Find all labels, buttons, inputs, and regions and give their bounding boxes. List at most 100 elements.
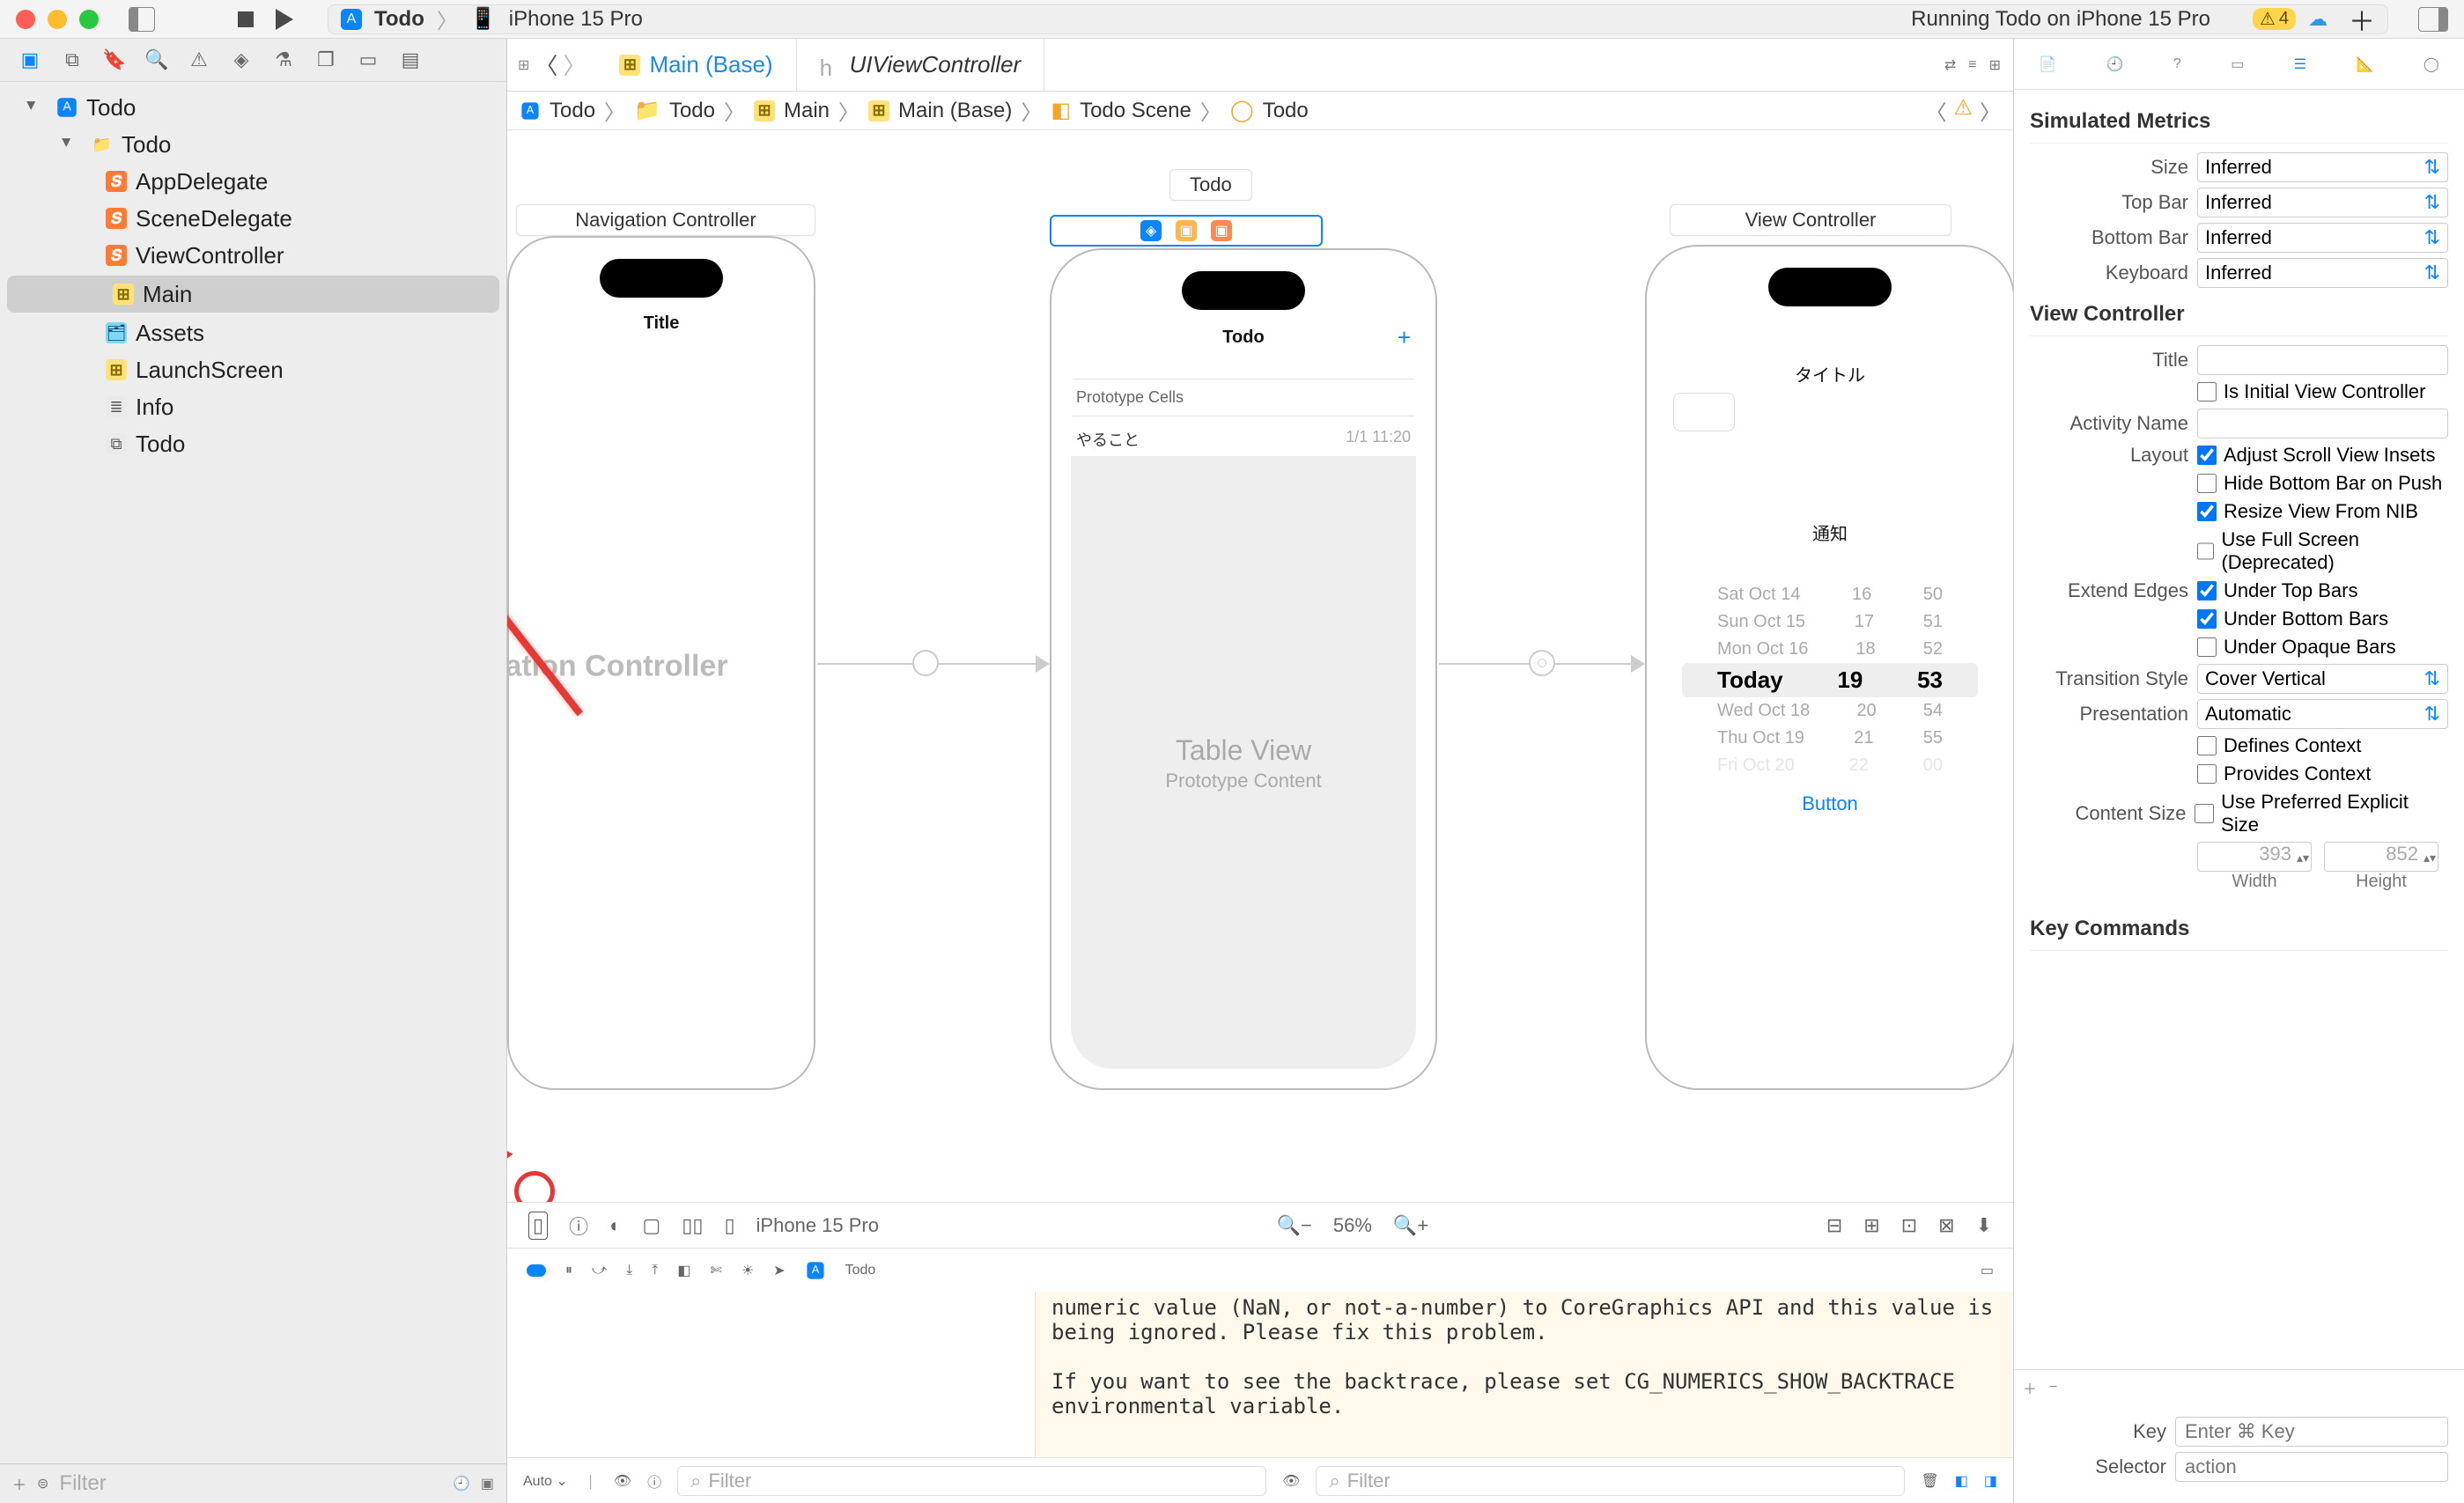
phone-detail[interactable]: タイトル 通知 Sat Oct 141650 Sun Oct 151751 Mo… (1645, 245, 2013, 1090)
related-items-icon[interactable]: ⊞ (518, 56, 529, 74)
variables-filter[interactable]: ⌕ Filter (677, 1466, 1266, 1496)
bottombar-popup[interactable]: Inferred⇅ (2197, 223, 2448, 253)
pin-icon[interactable]: ⊞ (1863, 1214, 1879, 1237)
debug-icon[interactable]: ❐ (314, 48, 338, 72)
warning-badge[interactable]: ⚠ 4 (2253, 8, 2296, 30)
info-icon[interactable]: ⓘ (647, 1470, 661, 1492)
close-window[interactable] (16, 10, 35, 29)
zoom-in-icon[interactable]: 🔍+ (1393, 1214, 1428, 1237)
bookmark-icon[interactable]: 🔖 (102, 48, 127, 72)
storyboard-ref-icon[interactable]: ▣ (1211, 220, 1232, 241)
hide-bottom-check[interactable]: Hide Bottom Bar on Push (2197, 472, 2448, 495)
env-override-icon[interactable]: ☀ (741, 1262, 754, 1279)
add-keycmd-icon[interactable]: ＋ (2023, 1377, 2037, 1398)
under-top-check[interactable]: Under Top Bars (2197, 579, 2357, 602)
file-appdelegate[interactable]: 𝑺AppDelegate (0, 163, 506, 200)
adjust-editor-icon[interactable]: ≡ (1968, 57, 1976, 73)
first-responder-icon[interactable]: ◈ (1140, 220, 1162, 241)
swap-icon[interactable]: ⇄ (1944, 56, 1956, 74)
adjust-scroll-check[interactable]: Adjust Scroll View Insets (2197, 444, 2435, 467)
group-folder[interactable]: 📁Todo (0, 126, 506, 163)
scene-label-todo[interactable]: Todo (1169, 169, 1252, 201)
segue-root-icon[interactable] (912, 650, 939, 676)
breakpoint-icon[interactable]: ▭ (356, 48, 380, 72)
variables-view[interactable] (507, 1292, 1036, 1457)
console-filter[interactable]: ⌕ Filter (1316, 1466, 1905, 1496)
align-icon[interactable]: ⊟ (1826, 1214, 1842, 1237)
console-output[interactable]: numeric value (NaN, or not-a-number) to … (1036, 1292, 2013, 1457)
zoom-level[interactable]: 56% (1333, 1214, 1372, 1237)
detail-button[interactable]: Button (1647, 792, 2013, 815)
tab-uiviewcontroller[interactable]: hUIViewController (797, 39, 1045, 91)
hide-debug-icon[interactable]: ▭ (1981, 1262, 1994, 1279)
key-field[interactable] (2175, 1417, 2448, 1447)
next-issue-icon[interactable]: 〉 (1980, 95, 2001, 126)
process-name[interactable]: Todo (845, 1263, 876, 1278)
report-icon[interactable]: ▤ (398, 48, 423, 72)
document-outline-toggle[interactable]: ▯ (528, 1212, 548, 1240)
split-right-icon[interactable]: ◨ (1984, 1472, 1997, 1490)
zoom-out-icon[interactable]: 🔍− (1277, 1214, 1312, 1237)
remove-keycmd-icon[interactable]: − (2049, 1380, 2057, 1396)
add-file-icon[interactable]: ＋ (12, 1473, 26, 1494)
file-inspector-icon[interactable]: 📄 (2039, 55, 2056, 73)
auto-menu[interactable]: Auto ⌄ (523, 1472, 568, 1490)
embed-icon[interactable]: ⊠ (1938, 1214, 1954, 1237)
segue-show-icon[interactable] (1529, 650, 1555, 676)
file-todo-data[interactable]: ⧉Todo (0, 425, 506, 462)
canvas-device[interactable]: iPhone 15 Pro (756, 1214, 879, 1237)
tab-main[interactable]: ⊞Main (Base) (596, 39, 796, 91)
issues-icon[interactable]: ⚠ (187, 48, 211, 72)
fullscreen-check[interactable]: Use Full Screen (Deprecated) (2197, 528, 2448, 574)
defines-context-check[interactable]: Defines Context (2197, 734, 2448, 757)
stop-button[interactable] (232, 8, 259, 31)
resize-nib-check[interactable]: Resize View From NIB (2197, 500, 2448, 523)
right-panel-toggle-icon[interactable] (2418, 7, 2448, 32)
file-info[interactable]: ≣Info (0, 388, 506, 425)
scm-square-icon[interactable]: ▣ (481, 1475, 494, 1492)
zoom-window[interactable] (79, 10, 99, 29)
project-root[interactable]: ATodo (0, 89, 506, 126)
attributes-inspector-icon[interactable]: ☰ (2294, 55, 2306, 73)
file-launchscreen[interactable]: ⊞LaunchScreen (0, 351, 506, 388)
storyboard-canvas[interactable]: Navigation Controller Title avigation Co… (507, 130, 2013, 1202)
left-panel-toggle-icon[interactable] (129, 8, 155, 31)
library-download-icon[interactable]: ⬇ (1976, 1214, 1992, 1237)
prev-issue-icon[interactable]: 〈 (1925, 95, 1946, 126)
pause-icon[interactable]: ⏸ (565, 1263, 572, 1278)
cloud-icon[interactable]: ☁ (2308, 8, 2328, 31)
tag-icon[interactable]: ◈ (229, 48, 254, 72)
breakpoints-toggle[interactable] (527, 1264, 546, 1277)
connections-inspector-icon[interactable]: ◯ (2423, 55, 2439, 73)
textfield-box[interactable] (1673, 393, 1735, 431)
keyboard-popup[interactable]: Inferred⇅ (2197, 258, 2448, 288)
activity-field[interactable] (2197, 409, 2448, 438)
phone-todo[interactable]: Todo + Prototype Cells やること1/1 11:20 Tab… (1050, 248, 1437, 1090)
size-inspector-icon[interactable]: 📐 (2357, 55, 2374, 73)
size-class-icon[interactable]: ▯▯ (682, 1214, 703, 1237)
run-button[interactable] (271, 8, 298, 31)
trash-icon[interactable]: 🗑 (1921, 1472, 1938, 1490)
device-name[interactable]: iPhone 15 Pro (509, 7, 643, 32)
quicklook-icon[interactable]: 👁 (614, 1472, 631, 1490)
size-popup[interactable]: Inferred⇅ (2197, 152, 2448, 182)
breadcrumb[interactable]: ATodo〉 📁Todo〉 ⊞Main〉 ⊞Main (Base)〉 ◧Todo… (507, 92, 2013, 130)
source-control-icon[interactable]: ⧉ (60, 48, 85, 72)
nav-back-icon[interactable]: 〈 (535, 48, 557, 81)
topbar-popup[interactable]: Inferred⇅ (2197, 188, 2448, 217)
prototype-cell[interactable]: やること1/1 11:20 (1073, 419, 1414, 460)
provides-context-check[interactable]: Provides Context (2197, 763, 2448, 785)
add-tab-button[interactable]: ＋ (2349, 0, 2375, 39)
nav-fwd-icon[interactable]: 〉 (563, 48, 586, 81)
orientation-icon[interactable]: ▢ (642, 1214, 660, 1237)
add-editor-icon[interactable]: ⊞ (1989, 56, 2001, 74)
is-initial-check[interactable]: Is Initial View Controller (2197, 380, 2448, 403)
history-inspector-icon[interactable]: 🕘 (2106, 55, 2124, 73)
selector-field[interactable] (2175, 1452, 2448, 1482)
minimize-window[interactable] (48, 10, 67, 29)
date-picker[interactable]: Sat Oct 141650 Sun Oct 151751 Mon Oct 16… (1682, 581, 1978, 779)
step-in-icon[interactable]: ⤓ (626, 1263, 632, 1278)
appearance-icon[interactable]: ◐ (609, 1214, 621, 1237)
console-visibility-icon[interactable]: 👁 (1282, 1472, 1300, 1490)
scene-control-bar[interactable]: ◈ ▣ ▣ (1050, 215, 1323, 247)
